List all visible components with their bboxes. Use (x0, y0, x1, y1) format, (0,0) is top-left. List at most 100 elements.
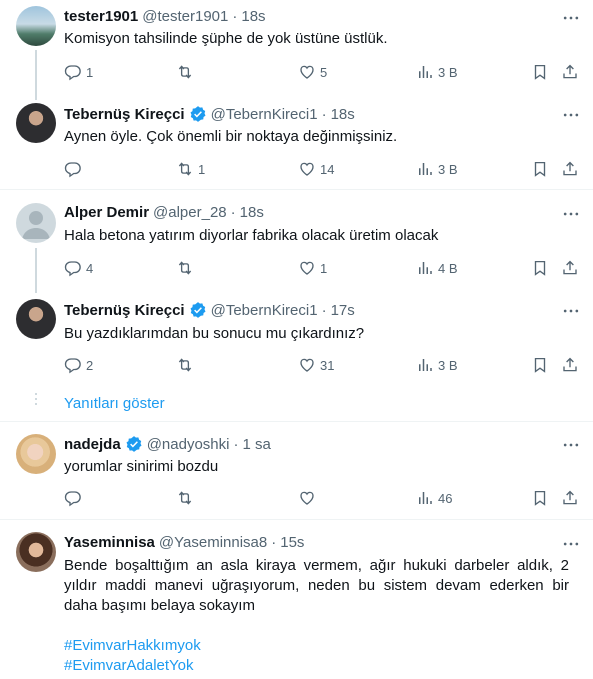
views-button[interactable]: 3 B (416, 159, 458, 179)
hashtag-link[interactable]: #EvimvarAdaletYok (64, 656, 569, 676)
author-handle[interactable]: @Yaseminnisa8 (159, 534, 267, 551)
tweet-text: yorumlar sinirimi bozdu (64, 458, 219, 475)
bookmark-button[interactable] (531, 62, 549, 82)
separator: · (321, 105, 327, 123)
tweet-2[interactable]: Tebernüş Kireçci @TebernKireci1 · 18s Ay… (0, 91, 593, 188)
like-icon (298, 63, 316, 81)
more-icon[interactable] (561, 204, 581, 224)
reply-button[interactable]: 4 (64, 258, 93, 278)
separator: · (230, 204, 236, 221)
share-button[interactable] (561, 355, 579, 375)
reply-button[interactable] (64, 488, 82, 508)
reply-icon (64, 63, 82, 81)
author-name[interactable]: Tebernüş Kireçci (64, 302, 185, 319)
timestamp[interactable]: 18s (331, 106, 355, 123)
tweet-3[interactable]: Alper Demir @alper_28 · 18s Hala betona … (0, 190, 593, 293)
tweet-6[interactable]: Yaseminnisa @Yaseminnisa8 · 15s Bende bo… (0, 520, 593, 679)
avatar[interactable] (16, 6, 56, 46)
reply-count: 2 (86, 357, 94, 373)
bookmark-icon (531, 356, 549, 374)
reply-icon (64, 356, 82, 374)
share-button[interactable] (561, 62, 579, 82)
share-button[interactable] (561, 488, 579, 508)
avatar[interactable] (16, 299, 56, 339)
timestamp[interactable]: 18s (241, 8, 265, 25)
bookmark-button[interactable] (531, 159, 549, 179)
timestamp[interactable]: 15s (280, 534, 304, 551)
bookmark-button[interactable] (531, 488, 549, 508)
share-icon (561, 259, 579, 277)
avatar[interactable] (16, 532, 56, 572)
like-button[interactable]: 14 (298, 159, 334, 179)
timestamp[interactable]: 1 sa (242, 436, 270, 453)
repost-button[interactable] (176, 62, 198, 82)
timestamp[interactable]: 18s (240, 204, 264, 221)
bookmark-button[interactable] (531, 355, 549, 375)
tweet-5[interactable]: nadejda @nadyoshki · 1 sa yorumlar sinir… (0, 422, 593, 519)
bookmark-button[interactable] (531, 258, 549, 278)
views-button[interactable]: 4 B (416, 258, 458, 278)
tweet-text: Bende boşalttığım an asla kiraya vermem,… (64, 556, 569, 676)
author-handle[interactable]: @TebernKireci1 (211, 106, 318, 123)
tweet-4[interactable]: Tebernüş Kireçci @TebernKireci1 · 17s Bu… (0, 286, 593, 378)
repost-icon (176, 356, 194, 374)
repost-button[interactable]: 1 (176, 159, 205, 179)
author-name[interactable]: tester1901 (64, 8, 138, 25)
like-button[interactable]: 31 (298, 355, 334, 375)
reply-button[interactable]: 2 (64, 355, 93, 375)
avatar[interactable] (16, 203, 56, 243)
more-icon[interactable] (561, 435, 581, 455)
like-count: 14 (320, 161, 335, 177)
bookmark-icon (531, 259, 549, 277)
more-icon[interactable] (561, 534, 581, 554)
repost-count: 1 (198, 161, 206, 177)
separator: · (271, 534, 277, 551)
share-button[interactable] (561, 159, 579, 179)
author-name[interactable]: Alper Demir (64, 204, 149, 221)
author-handle[interactable]: @TebernKireci1 (211, 302, 318, 319)
separator: · (321, 301, 327, 319)
repost-button[interactable] (176, 488, 194, 508)
share-button[interactable] (561, 258, 579, 278)
repost-button[interactable] (176, 355, 198, 375)
view-count: 46 (438, 490, 453, 506)
tweet-1[interactable]: tester1901 @tester1901 · 18s Komisyon ta… (0, 0, 593, 100)
author-name[interactable]: nadejda (64, 436, 121, 453)
timestamp[interactable]: 17s (331, 302, 355, 319)
avatar[interactable] (16, 434, 56, 474)
view-count: 4 B (438, 260, 458, 276)
bookmark-icon (531, 160, 549, 178)
avatar[interactable] (16, 103, 56, 143)
more-icon[interactable] (561, 105, 581, 125)
more-icon[interactable] (561, 301, 581, 321)
like-count: 1 (320, 260, 328, 276)
views-button[interactable]: 3 B (416, 355, 458, 375)
hashtag-link[interactable]: #EvimvarHakkımyok (64, 636, 569, 656)
like-button[interactable] (298, 488, 316, 508)
views-icon (416, 356, 434, 374)
view-count: 3 B (438, 64, 458, 80)
author-name[interactable]: Tebernüş Kireçci (64, 106, 185, 123)
views-button[interactable]: 46 (416, 488, 452, 508)
author-name[interactable]: Yaseminnisa (64, 534, 155, 551)
tweet-text-line: daha başımı belaya sokayım (64, 597, 255, 614)
reply-button[interactable] (64, 159, 86, 179)
show-replies-link[interactable]: Yanıtları göster (64, 395, 165, 412)
separator: · (232, 8, 238, 25)
reply-icon (64, 259, 82, 277)
repost-button[interactable] (176, 258, 198, 278)
more-icon[interactable] (561, 8, 581, 28)
reply-count: 1 (86, 64, 94, 80)
author-handle[interactable]: @tester1901 (142, 8, 228, 25)
author-handle[interactable]: @nadyoshki (147, 436, 230, 453)
verified-badge-icon (189, 301, 207, 319)
reply-button[interactable]: 1 (64, 62, 93, 82)
like-button[interactable]: 1 (298, 258, 327, 278)
views-button[interactable]: 3 B (416, 62, 458, 82)
reply-icon (64, 160, 82, 178)
like-button[interactable]: 5 (298, 62, 327, 82)
share-icon (561, 63, 579, 81)
bookmark-icon (531, 489, 549, 507)
tweet-text: Bu yazdıklarımdan bu sonucu mu çıkardını… (64, 325, 365, 342)
author-handle[interactable]: @alper_28 (153, 204, 227, 221)
